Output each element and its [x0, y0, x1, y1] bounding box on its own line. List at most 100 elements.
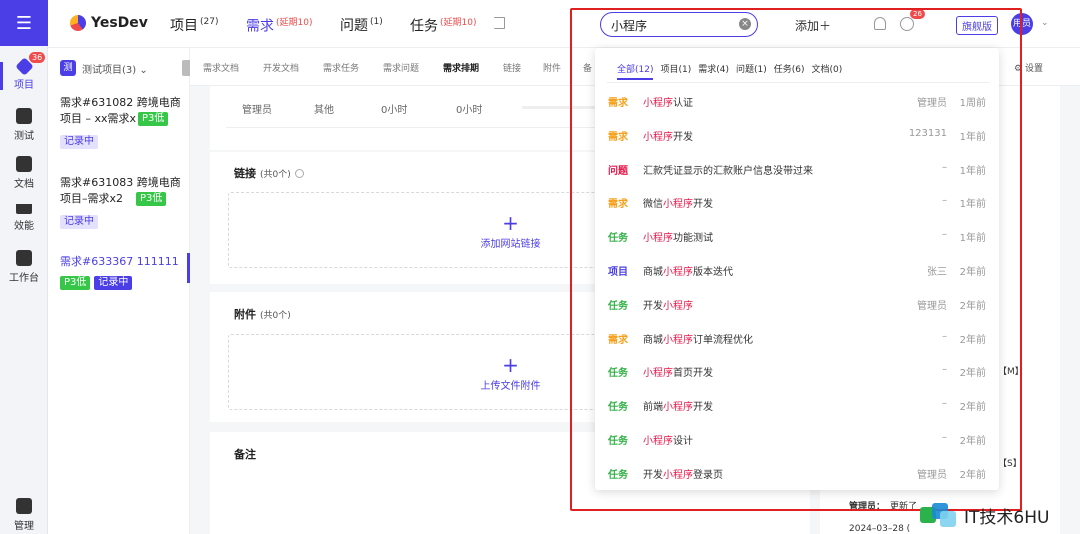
search-result-row[interactable]: 需求 商城小程序订单流程优化 –2年前 — [595, 321, 999, 355]
nav-issues[interactable]: 问题 (1) — [340, 15, 383, 35]
manage-icon — [16, 498, 32, 514]
chevron-down-icon[interactable]: ⌄ — [1041, 18, 1049, 28]
list-item[interactable]: 需求#631082 跨境电商项目 – xx需求x P3低 记录中 — [60, 95, 185, 149]
tab-links[interactable]: 链接 — [503, 61, 521, 74]
filter-tasks[interactable]: 任务(6) — [774, 62, 805, 80]
project-avatar: 测 — [60, 60, 76, 76]
search-result-row[interactable]: 任务 小程序首页开发 –2年前 — [595, 354, 999, 388]
divider — [607, 82, 989, 83]
collapse-panel-handle[interactable] — [182, 60, 190, 76]
rail-item-manage[interactable]: 管理 — [0, 498, 48, 532]
tab-requirement-doc[interactable]: 需求文档 — [203, 61, 239, 74]
result-keyword-highlight: 小程序 — [663, 199, 693, 211]
result-title-suffix: 功能测试 — [673, 233, 713, 245]
efficiency-icon — [16, 204, 32, 214]
row-owner: 管理员 — [242, 105, 272, 116]
result-title-suffix: 开发 — [673, 131, 693, 143]
tab-notes[interactable]: 备 — [583, 61, 592, 74]
search-result-row[interactable]: 任务 小程序功能测试 –1年前 — [595, 219, 999, 253]
global-search-input[interactable]: 小程序 × — [600, 12, 758, 37]
filter-projects[interactable]: 项目(1) — [660, 62, 691, 80]
activity-text: 【S】 — [998, 459, 1022, 469]
result-owner: – — [942, 330, 947, 342]
search-result-row[interactable]: 需求 小程序开发 123131 1年前 — [595, 118, 999, 152]
project-selector[interactable]: 测 测试项目(3) ⌄ — [60, 60, 148, 76]
search-result-row[interactable]: 任务 开发小程序 管理员 2年前 — [595, 287, 999, 321]
tab-dev-doc[interactable]: 开发文档 — [263, 61, 299, 74]
clear-search-icon[interactable]: × — [739, 18, 751, 30]
test-icon — [16, 108, 32, 124]
search-result-row[interactable]: 任务 小程序设计 – 2年前 — [595, 422, 999, 456]
nav-label: 任务 — [410, 18, 438, 35]
rail-item-project[interactable]: 36 项目 — [0, 52, 48, 91]
nav-tasks[interactable]: 任务 (延期10) — [410, 15, 476, 36]
rail-item-doc[interactable]: 文档 — [0, 156, 48, 190]
result-title-prefix: 开发 — [643, 300, 663, 312]
result-title: 小程序首页开发 — [643, 364, 893, 379]
result-owner: 管理员 — [917, 469, 947, 481]
menu-toggle-button[interactable]: ☰ — [0, 0, 48, 46]
result-keyword-highlight: 小程序 — [643, 131, 673, 143]
rail-item-efficiency[interactable]: 效能 — [0, 204, 48, 232]
result-type-label: 任务 — [608, 436, 628, 447]
tab-schedule[interactable]: 需求排期 — [443, 61, 479, 74]
result-title-suffix: 开发 — [693, 199, 713, 211]
result-title-prefix: 汇款凭证显示的汇款账户信息没带过来 — [643, 165, 813, 177]
result-keyword-highlight: 小程序 — [643, 436, 673, 447]
search-result-row[interactable]: 任务 前端小程序开发 –2年前 — [595, 388, 999, 422]
exit-icon[interactable] — [494, 17, 505, 29]
result-time: 1年前 — [959, 233, 986, 245]
user-avatar[interactable]: 用员 — [1011, 13, 1033, 35]
settings-button[interactable]: ⚙ 设置 — [1014, 61, 1043, 74]
bell-icon[interactable] — [874, 17, 886, 30]
nav-projects[interactable]: 项目 (27) — [170, 15, 218, 35]
search-result-row[interactable]: 需求 小程序认证 管理员 1周前 — [595, 84, 999, 118]
filter-issues[interactable]: 问题(1) — [736, 62, 767, 80]
project-selector-label: 测试项目(3) ⌄ — [82, 64, 148, 76]
result-title-suffix: 设计 — [673, 436, 693, 447]
brand-name: YesDev — [91, 15, 148, 31]
result-keyword-highlight: 小程序 — [663, 402, 693, 414]
list-item-selected[interactable]: 需求#633367 111111 P3低 记录中 — [60, 254, 185, 290]
row-category: 其他 — [314, 105, 334, 116]
rail-item-workbench[interactable]: 工作台 — [0, 250, 48, 284]
filter-all[interactable]: 全部(12) — [617, 62, 654, 80]
result-owner: – — [942, 161, 947, 173]
status-badge: 记录中 — [60, 135, 98, 149]
links-title-text: 链接 — [234, 167, 256, 180]
rail-item-test[interactable]: 测试 — [0, 108, 48, 142]
tab-attachments[interactable]: 附件 — [543, 61, 561, 74]
result-time: 1年前 — [959, 165, 986, 177]
search-result-row[interactable]: 需求 微信小程序开发 –1年前 — [595, 185, 999, 219]
search-value: 小程序 — [611, 19, 648, 33]
row-actual-hours: 0小时 — [456, 105, 483, 116]
result-time: 1周前 — [959, 98, 986, 109]
tab-requirement-tasks[interactable]: 需求任务 — [323, 61, 359, 74]
nav-requirements[interactable]: 需求 (延期10) — [246, 15, 312, 36]
activity-text: 【M】： — [998, 367, 1029, 377]
add-button[interactable]: 添加＋ — [795, 17, 831, 34]
search-result-row[interactable]: 问题 汇款凭证显示的汇款账户信息没带过来 –1年前 — [595, 152, 999, 186]
tab-requirement-issues[interactable]: 需求问题 — [383, 61, 419, 74]
result-title-suffix: 订单流程优化 — [693, 334, 753, 346]
filter-requirements[interactable]: 需求(4) — [698, 62, 729, 80]
list-item[interactable]: 需求#631083 跨境电商项目–需求x2 P3低 记录中 — [60, 175, 185, 229]
settings-label: 设置 — [1024, 64, 1043, 74]
result-title: 小程序开发 — [643, 128, 893, 143]
help-icon[interactable] — [294, 169, 304, 178]
edition-badge[interactable]: 旗舰版 — [956, 16, 998, 35]
search-result-row[interactable]: 项目 商城小程序版本迭代 张三 2年前 — [595, 253, 999, 287]
filter-docs[interactable]: 文档(0) — [811, 62, 842, 80]
brand-logo[interactable]: YesDev — [70, 15, 148, 31]
result-type-label: 任务 — [608, 233, 628, 245]
nav-count: (1) — [370, 17, 383, 28]
search-result-row[interactable]: 任务 开发小程序登录页 管理员 2年前 — [595, 456, 999, 490]
result-title-suffix: 开发 — [693, 402, 713, 414]
result-type-label: 需求 — [608, 98, 628, 109]
brand-logo-icon — [70, 15, 86, 31]
result-owner: – — [942, 398, 947, 410]
links-title: 链接 (共0个) — [234, 165, 304, 181]
result-type-label: 任务 — [608, 469, 628, 481]
clock-icon[interactable] — [900, 17, 914, 31]
search-results-dropdown: 全部(12) 项目(1) 需求(4) 问题(1) 任务(6) 文档(0) 需求小… — [595, 48, 999, 490]
